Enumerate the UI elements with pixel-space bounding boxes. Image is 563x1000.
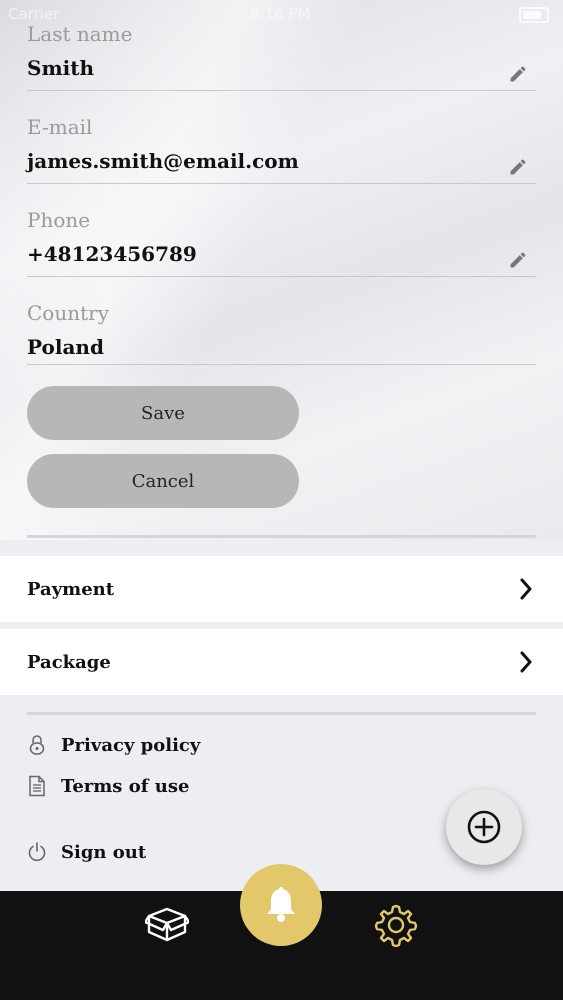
phone-value[interactable]: +48123456789: [27, 242, 536, 266]
underline: [27, 276, 536, 277]
pencil-icon[interactable]: [508, 250, 528, 270]
lock-icon: [29, 735, 45, 755]
payment-label: Payment: [27, 578, 115, 600]
document-icon: [29, 775, 45, 797]
terms-of-use-link[interactable]: Terms of use: [27, 771, 189, 801]
bell-icon: [267, 887, 295, 922]
terms-of-use-label: Terms of use: [61, 775, 190, 797]
divider: [27, 712, 536, 715]
privacy-policy-link[interactable]: Privacy policy: [27, 730, 200, 760]
underline: [27, 90, 536, 91]
carrier-label: Carrier: [8, 5, 60, 23]
country-field[interactable]: Country Poland: [27, 301, 536, 365]
sign-out-link[interactable]: Sign out: [27, 837, 146, 867]
chevron-right-icon: [520, 651, 532, 673]
email-field[interactable]: E-mail james.smith@email.com: [27, 115, 536, 184]
save-button[interactable]: Save: [27, 386, 299, 440]
package-row[interactable]: Package: [0, 629, 563, 695]
battery-icon: [519, 7, 549, 23]
last-name-value[interactable]: Smith: [27, 56, 536, 80]
email-value[interactable]: james.smith@email.com: [27, 149, 536, 173]
notifications-button[interactable]: [240, 864, 322, 946]
phone-label: Phone: [27, 208, 91, 232]
divider: [27, 535, 536, 538]
country-label: Country: [27, 301, 110, 325]
underline: [27, 364, 536, 365]
pencil-icon[interactable]: [508, 157, 528, 177]
box-icon[interactable]: [145, 905, 189, 945]
privacy-policy-label: Privacy policy: [61, 734, 201, 756]
last-name-field[interactable]: Last name Smith: [27, 22, 536, 91]
chevron-right-icon: [520, 578, 532, 600]
phone-field[interactable]: Phone +48123456789: [27, 208, 536, 277]
package-label: Package: [27, 651, 111, 673]
power-icon: [28, 842, 46, 862]
underline: [27, 183, 536, 184]
cancel-button[interactable]: Cancel: [27, 454, 299, 508]
add-button[interactable]: [446, 789, 522, 865]
email-label: E-mail: [27, 115, 93, 139]
sign-out-label: Sign out: [61, 841, 147, 863]
gear-icon[interactable]: [374, 903, 418, 947]
clock: 8:16 PM: [250, 5, 311, 23]
payment-row[interactable]: Payment: [0, 556, 563, 622]
country-value[interactable]: Poland: [27, 335, 536, 359]
plus-circle-icon: [467, 810, 501, 844]
last-name-label: Last name: [27, 22, 133, 46]
pencil-icon[interactable]: [508, 64, 528, 84]
